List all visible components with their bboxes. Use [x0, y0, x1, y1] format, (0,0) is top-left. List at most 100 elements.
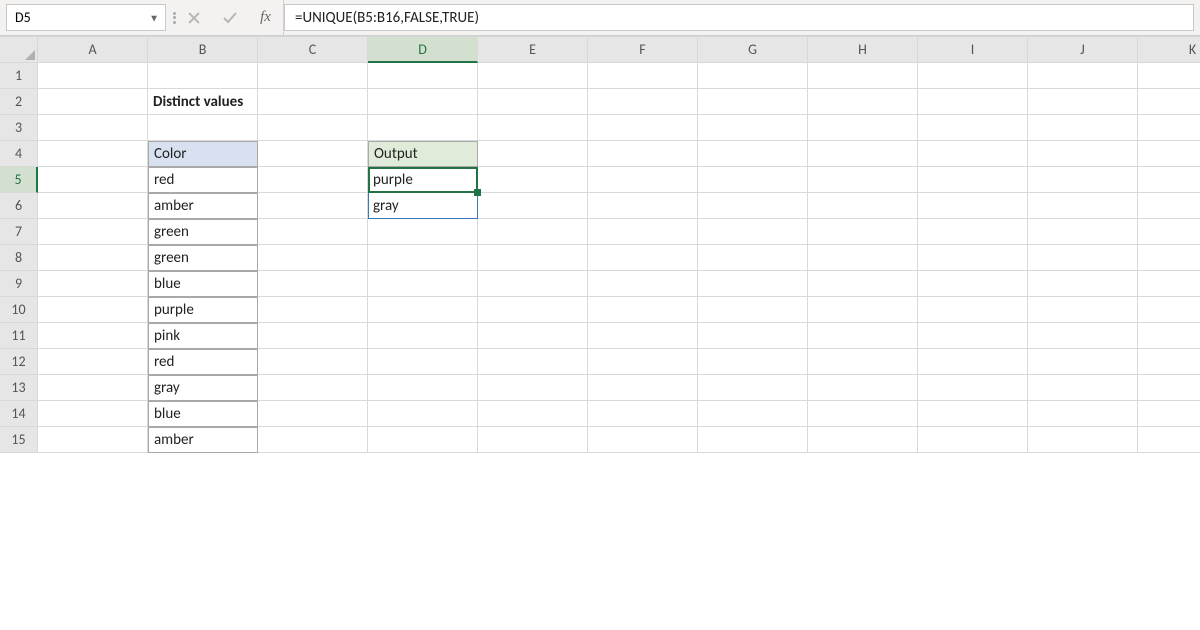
cell-F3[interactable] [588, 115, 698, 141]
cell-E8[interactable] [478, 245, 588, 271]
cell-G4[interactable] [698, 141, 808, 167]
cell-G2[interactable] [698, 89, 808, 115]
cell-B10[interactable]: purple [148, 297, 258, 323]
cell-F10[interactable] [588, 297, 698, 323]
cell-H15[interactable] [808, 427, 918, 453]
cell-B13[interactable]: gray [148, 375, 258, 401]
cell-A4[interactable] [38, 141, 148, 167]
cell-B12[interactable]: red [148, 349, 258, 375]
row-head-9[interactable]: 9 [0, 271, 38, 297]
cell-H4[interactable] [808, 141, 918, 167]
cell-E11[interactable] [478, 323, 588, 349]
cell-E3[interactable] [478, 115, 588, 141]
name-box[interactable]: D5 ▼ [6, 4, 166, 31]
cell-J11[interactable] [1028, 323, 1138, 349]
col-head-C[interactable]: C [258, 37, 368, 63]
cell-E1[interactable] [478, 63, 588, 89]
cell-E2[interactable] [478, 89, 588, 115]
cell-C6[interactable] [258, 193, 368, 219]
cell-I10[interactable] [918, 297, 1028, 323]
cell-A5[interactable] [38, 167, 148, 193]
row-head-12[interactable]: 12 [0, 349, 38, 375]
cell-G3[interactable] [698, 115, 808, 141]
cell-G5[interactable] [698, 167, 808, 193]
cell-B4[interactable]: Color [148, 141, 258, 167]
col-head-F[interactable]: F [588, 37, 698, 63]
cell-D12[interactable] [368, 349, 478, 375]
cell-J13[interactable] [1028, 375, 1138, 401]
cell-D13[interactable] [368, 375, 478, 401]
cell-K13[interactable] [1138, 375, 1200, 401]
cell-K1[interactable] [1138, 63, 1200, 89]
cell-I7[interactable] [918, 219, 1028, 245]
cell-K4[interactable] [1138, 141, 1200, 167]
cell-F14[interactable] [588, 401, 698, 427]
cell-C1[interactable] [258, 63, 368, 89]
cell-C4[interactable] [258, 141, 368, 167]
cell-H5[interactable] [808, 167, 918, 193]
cell-D3[interactable] [368, 115, 478, 141]
cell-H9[interactable] [808, 271, 918, 297]
cell-G13[interactable] [698, 375, 808, 401]
cell-A3[interactable] [38, 115, 148, 141]
cell-G8[interactable] [698, 245, 808, 271]
cell-C13[interactable] [258, 375, 368, 401]
cell-E12[interactable] [478, 349, 588, 375]
cell-J1[interactable] [1028, 63, 1138, 89]
row-head-4[interactable]: 4 [0, 141, 38, 167]
cell-C12[interactable] [258, 349, 368, 375]
cell-F8[interactable] [588, 245, 698, 271]
cell-D15[interactable] [368, 427, 478, 453]
cell-G9[interactable] [698, 271, 808, 297]
cell-B15[interactable]: amber [148, 427, 258, 453]
cell-D1[interactable] [368, 63, 478, 89]
cell-C7[interactable] [258, 219, 368, 245]
cell-D2[interactable] [368, 89, 478, 115]
cell-D11[interactable] [368, 323, 478, 349]
cell-I9[interactable] [918, 271, 1028, 297]
col-head-D[interactable]: D [368, 37, 478, 63]
cell-C5[interactable] [258, 167, 368, 193]
cell-H12[interactable] [808, 349, 918, 375]
cell-K14[interactable] [1138, 401, 1200, 427]
cell-D7[interactable] [368, 219, 478, 245]
cell-I13[interactable] [918, 375, 1028, 401]
cancel-button[interactable] [176, 0, 212, 35]
row-head-7[interactable]: 7 [0, 219, 38, 245]
cell-C8[interactable] [258, 245, 368, 271]
cell-D14[interactable] [368, 401, 478, 427]
cell-I6[interactable] [918, 193, 1028, 219]
cell-K9[interactable] [1138, 271, 1200, 297]
col-head-E[interactable]: E [478, 37, 588, 63]
cell-H2[interactable] [808, 89, 918, 115]
col-head-I[interactable]: I [918, 37, 1028, 63]
cell-H11[interactable] [808, 323, 918, 349]
cell-I11[interactable] [918, 323, 1028, 349]
cell-E13[interactable] [478, 375, 588, 401]
col-head-A[interactable]: A [38, 37, 148, 63]
cell-I1[interactable] [918, 63, 1028, 89]
cell-F5[interactable] [588, 167, 698, 193]
cell-A9[interactable] [38, 271, 148, 297]
row-head-2[interactable]: 2 [0, 89, 38, 115]
cell-E15[interactable] [478, 427, 588, 453]
cell-G14[interactable] [698, 401, 808, 427]
cell-A15[interactable] [38, 427, 148, 453]
cell-H10[interactable] [808, 297, 918, 323]
cell-J14[interactable] [1028, 401, 1138, 427]
cell-C14[interactable] [258, 401, 368, 427]
cell-K6[interactable] [1138, 193, 1200, 219]
cell-G12[interactable] [698, 349, 808, 375]
cell-A6[interactable] [38, 193, 148, 219]
cell-H1[interactable] [808, 63, 918, 89]
cell-E6[interactable] [478, 193, 588, 219]
cell-B2[interactable]: Distinct values [148, 89, 258, 115]
cell-C3[interactable] [258, 115, 368, 141]
cell-I5[interactable] [918, 167, 1028, 193]
cell-H6[interactable] [808, 193, 918, 219]
cell-H13[interactable] [808, 375, 918, 401]
cell-B8[interactable]: green [148, 245, 258, 271]
cell-I14[interactable] [918, 401, 1028, 427]
row-head-11[interactable]: 11 [0, 323, 38, 349]
cell-K8[interactable] [1138, 245, 1200, 271]
